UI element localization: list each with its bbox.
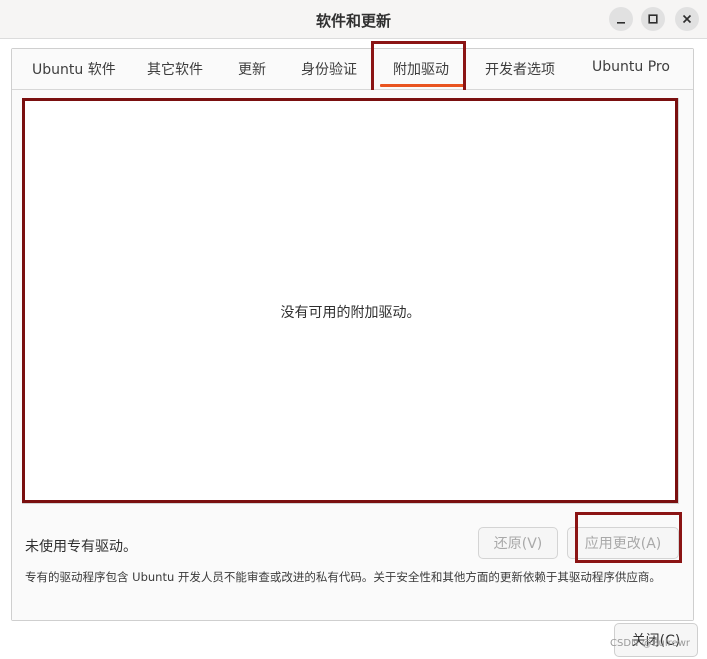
- maximize-button[interactable]: [641, 7, 665, 31]
- minimize-button[interactable]: [609, 7, 633, 31]
- close-window-button[interactable]: [675, 7, 699, 31]
- maximize-icon: [648, 14, 658, 24]
- tab-highlight-box: [371, 41, 466, 97]
- title-bar: 软件和更新: [0, 0, 707, 39]
- tab-bar: Ubuntu 软件 其它软件 更新 身份验证 附加驱动 开发者选项 Ubuntu…: [12, 49, 693, 90]
- driver-status-text: 未使用专有驱动。: [25, 539, 137, 555]
- settings-notebook: Ubuntu 软件 其它软件 更新 身份验证 附加驱动 开发者选项 Ubuntu…: [11, 41, 694, 621]
- revert-button[interactable]: 还原(V): [478, 527, 558, 559]
- close-icon: [682, 14, 692, 24]
- proprietary-driver-note: 专有的驱动程序包含 Ubuntu 开发人员不能审查或改进的私有代码。关于安全性和…: [25, 570, 661, 584]
- drivers-page: 没有可用的附加驱动。 未使用专有驱动。 还原(V) 应用更改(A) 专有的驱动程…: [12, 90, 693, 620]
- watermark-text: CSDN @Bulrewr: [610, 638, 690, 649]
- apply-highlight-box: [575, 512, 682, 563]
- tab-ubuntu-software[interactable]: Ubuntu 软件: [32, 59, 116, 79]
- tab-other-software[interactable]: 其它软件: [147, 59, 203, 79]
- tab-developer-options[interactable]: 开发者选项: [485, 59, 555, 79]
- window-title: 软件和更新: [315, 12, 391, 30]
- driver-list-highlight-box: [22, 98, 678, 503]
- tab-updates[interactable]: 更新: [238, 59, 266, 79]
- tab-ubuntu-pro[interactable]: Ubuntu Pro: [592, 59, 670, 75]
- tab-authentication[interactable]: 身份验证: [301, 59, 357, 79]
- minimize-icon: [617, 22, 625, 24]
